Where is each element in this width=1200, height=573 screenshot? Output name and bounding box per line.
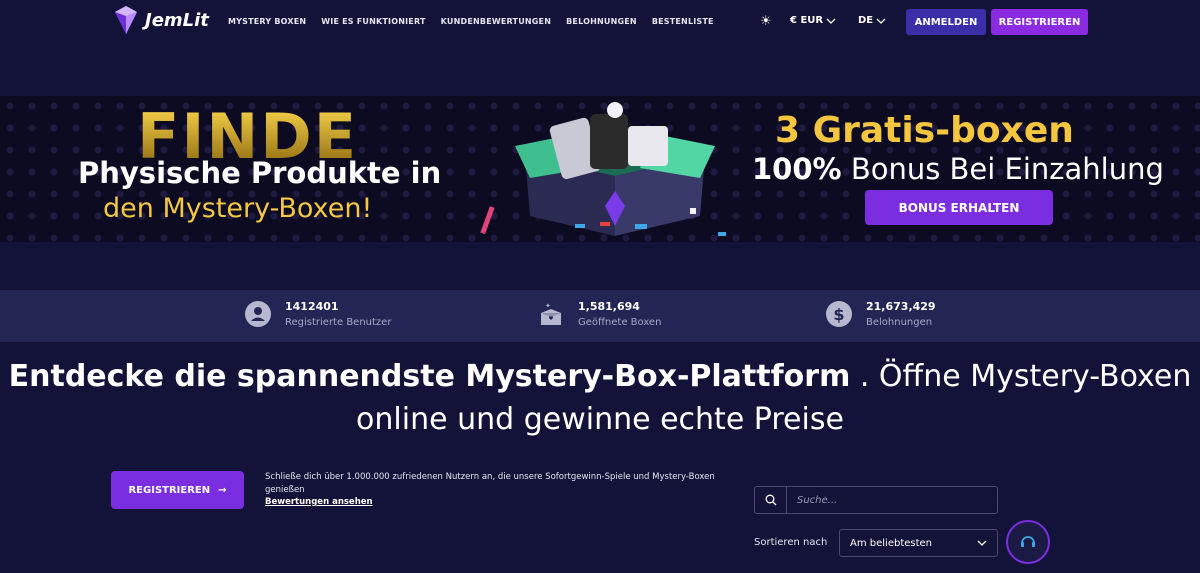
banner-bonus-line: 100% Bonus Bei Einzahlung bbox=[752, 152, 1164, 186]
stat-label: Belohnungen bbox=[866, 317, 933, 328]
nav-bestenliste[interactable]: BESTENLISTE bbox=[652, 17, 714, 26]
register-button-header[interactable]: REGISTRIEREN bbox=[991, 9, 1088, 35]
main-nav: MYSTERY BOXEN WIE ES FUNKTIONIERT KUNDEN… bbox=[228, 17, 714, 26]
language-selector[interactable]: DE bbox=[858, 15, 886, 26]
stat-rewards: $ 21,673,429 Belohnungen bbox=[826, 300, 936, 328]
language-label: DE bbox=[858, 15, 874, 26]
stat-value: 21,673,429 bbox=[866, 300, 936, 313]
cta-description: Schließe dich über 1.000.000 zufriedenen… bbox=[265, 472, 715, 495]
headline-bold: Entdecke die spannendste Mystery-Box-Pla… bbox=[8, 359, 851, 394]
banner-gratis-boxen: 3 Gratis-boxen bbox=[775, 110, 1074, 151]
banner-subheadline: den Mystery-Boxen! bbox=[103, 193, 373, 224]
headline-line2: online und gewinne echte Preise bbox=[356, 402, 844, 437]
chevron-down-icon bbox=[826, 18, 836, 24]
diamond-logo-icon bbox=[115, 6, 137, 34]
mystery-box-illustration bbox=[480, 102, 726, 236]
register-button-main[interactable]: REGISTRIEREN → bbox=[111, 471, 244, 509]
currency-selector[interactable]: € EUR bbox=[790, 15, 836, 26]
sort-value: Am beliebtesten bbox=[850, 537, 933, 549]
nav-mystery-boxen[interactable]: MYSTERY BOXEN bbox=[228, 17, 306, 26]
stat-value: 1412401 bbox=[285, 300, 339, 313]
stats-bar: 1412401 Registrierte Benutzer ✦ 1,581,69… bbox=[0, 290, 1200, 342]
headline-rest: . Öffne Mystery-Boxen bbox=[850, 359, 1192, 394]
arrow-right-icon: → bbox=[218, 484, 227, 496]
stat-value: 1,581,694 bbox=[578, 300, 640, 313]
banner-headline: Physische Produkte in bbox=[78, 156, 442, 190]
nav-wie-es-funktioniert[interactable]: WIE ES FUNKTIONIERT bbox=[321, 17, 425, 26]
nav-kundenbewertungen[interactable]: KUNDENBEWERTUNGEN bbox=[441, 17, 551, 26]
bonus-percent: 100% bbox=[752, 152, 842, 186]
register-label: REGISTRIEREN bbox=[128, 484, 211, 496]
login-button[interactable]: ANMELDEN bbox=[906, 9, 986, 35]
stat-label: Registrierte Benutzer bbox=[285, 317, 392, 328]
search-icon[interactable] bbox=[755, 487, 787, 513]
user-icon bbox=[245, 301, 271, 327]
svg-text:$: $ bbox=[833, 305, 844, 324]
currency-label: € EUR bbox=[790, 15, 824, 26]
dollar-icon: $ bbox=[826, 301, 852, 327]
sort-select[interactable]: Am beliebtesten bbox=[839, 529, 998, 557]
search-input[interactable] bbox=[787, 487, 997, 513]
headset-icon bbox=[1021, 536, 1035, 547]
reviews-link[interactable]: Bewertungen ansehen bbox=[265, 497, 373, 507]
box-icon: ✦ bbox=[541, 302, 561, 325]
brand-name: JemLit bbox=[145, 9, 209, 31]
chevron-down-icon bbox=[876, 18, 886, 24]
support-chat-button[interactable] bbox=[1006, 520, 1050, 564]
svg-text:✦: ✦ bbox=[545, 302, 551, 310]
sort-label: Sortieren nach bbox=[754, 537, 828, 548]
stat-opened-boxes: ✦ 1,581,694 Geöffnete Boxen bbox=[538, 300, 661, 328]
header: JemLit MYSTERY BOXEN WIE ES FUNKTIONIERT… bbox=[0, 0, 1200, 44]
stat-registered-users: 1412401 Registrierte Benutzer bbox=[245, 300, 391, 328]
theme-toggle-sun-icon[interactable]: ☀ bbox=[760, 14, 774, 29]
stat-label: Geöffnete Boxen bbox=[578, 317, 662, 328]
page-headline: Entdecke die spannendste Mystery-Box-Pla… bbox=[0, 355, 1200, 441]
chevron-down-icon bbox=[977, 540, 987, 546]
bonus-erhalten-button[interactable]: BONUS ERHALTEN bbox=[865, 190, 1053, 225]
promo-banner[interactable]: FINDE Physische Produkte in den Mystery-… bbox=[0, 96, 1200, 242]
nav-belohnungen[interactable]: BELOHNUNGEN bbox=[566, 17, 637, 26]
search-box bbox=[754, 486, 998, 514]
logo[interactable]: JemLit bbox=[111, 4, 209, 36]
bonus-text: Bonus Bei Einzahlung bbox=[850, 152, 1164, 186]
